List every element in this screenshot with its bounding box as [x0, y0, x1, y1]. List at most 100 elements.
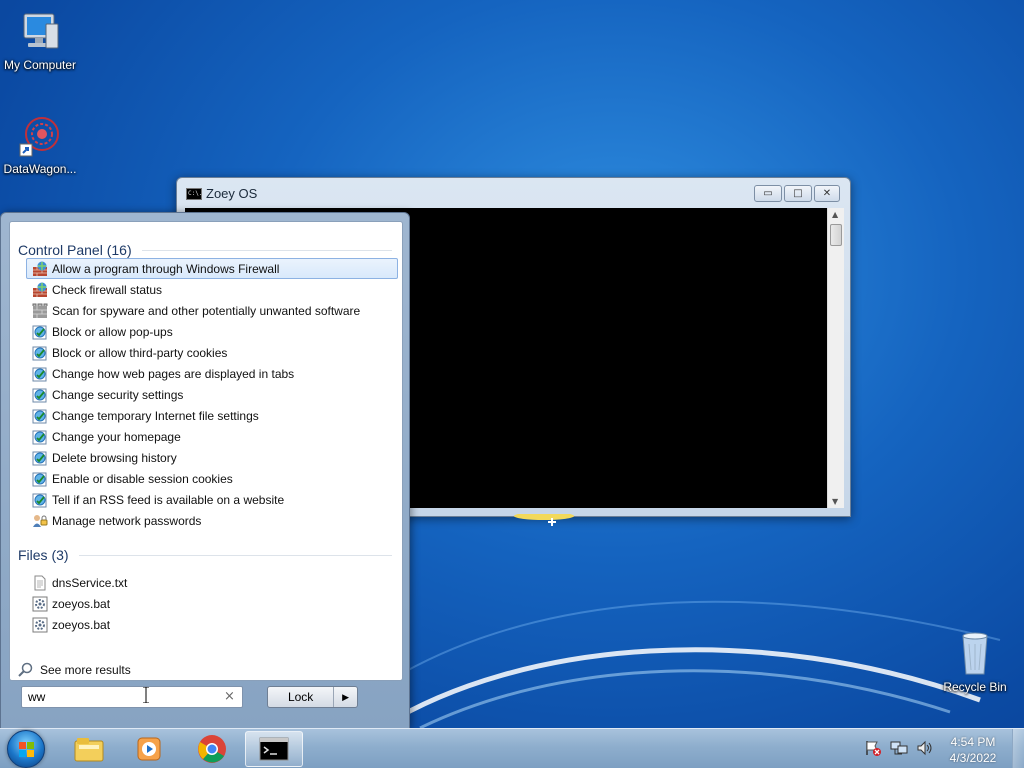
- internet-options-icon: [32, 345, 48, 361]
- search-result-item[interactable]: Block or allow pop-ups: [26, 321, 398, 342]
- internet-options-icon: [32, 387, 48, 403]
- search-result-label: Enable or disable session cookies: [52, 471, 233, 486]
- title-bar[interactable]: C:\. Zoey OS ▭ □ ✕: [177, 178, 850, 208]
- search-result-item[interactable]: Delete browsing history: [26, 447, 398, 468]
- search-result-item[interactable]: Change your homepage: [26, 426, 398, 447]
- action-center-icon[interactable]: [864, 739, 882, 757]
- firewall-icon: [32, 282, 48, 298]
- search-result-label: Change temporary Internet file settings: [52, 408, 259, 423]
- search-result-item[interactable]: Change security settings: [26, 384, 398, 405]
- text-file-icon: [32, 575, 48, 591]
- defender-icon: [32, 303, 48, 319]
- show-desktop-button[interactable]: [1012, 729, 1024, 768]
- power-options-arrow-icon[interactable]: ▶: [333, 687, 357, 707]
- search-result-item[interactable]: Enable or disable session cookies: [26, 468, 398, 489]
- cmd-icon: C:\.: [186, 188, 202, 200]
- batch-file-icon: [32, 596, 48, 612]
- desktop-icon-recycle-bin[interactable]: Recycle Bin: [935, 630, 1015, 694]
- search-result-item[interactable]: Check firewall status: [26, 279, 398, 300]
- file-explorer-icon: [74, 738, 104, 762]
- taskbar-chrome[interactable]: [183, 731, 241, 767]
- network-icon[interactable]: [890, 739, 908, 757]
- search-results-panel: Control Panel (16) Allow a program throu…: [9, 221, 403, 681]
- search-result-label: Block or allow pop-ups: [52, 324, 173, 339]
- search-result-item[interactable]: Manage network passwords: [26, 510, 398, 531]
- sun-glare: [514, 514, 574, 526]
- desktop-icon-label: Recycle Bin: [943, 680, 1007, 694]
- internet-options-icon: [32, 324, 48, 340]
- internet-options-icon: [32, 429, 48, 445]
- datawagon-shortcut-icon: [16, 112, 64, 160]
- media-player-icon: [137, 737, 161, 761]
- search-result-item[interactable]: zoeyos.bat: [26, 614, 398, 635]
- chrome-icon: [198, 735, 226, 763]
- search-result-label: Change how web pages are displayed in ta…: [52, 366, 295, 381]
- search-result-label: Change security settings: [52, 387, 184, 402]
- taskbar: 4:54 PM 4/3/2022: [0, 728, 1024, 768]
- see-more-results-link[interactable]: See more results: [18, 662, 131, 678]
- search-result-label: Tell if an RSS feed is available on a we…: [52, 492, 285, 507]
- lock-button-label: Lock: [287, 690, 314, 704]
- search-result-label: Change your homepage: [52, 429, 181, 444]
- system-tray: [864, 739, 934, 757]
- search-result-item[interactable]: Scan for spyware and other potentially u…: [26, 300, 398, 321]
- desktop-icon-label: My Computer: [3, 58, 77, 72]
- search-result-label: zoeyos.bat: [52, 617, 111, 632]
- section-heading-control-panel: Control Panel (16): [18, 242, 392, 258]
- search-result-item[interactable]: Allow a program through Windows Firewall: [26, 258, 398, 279]
- see-more-label: See more results: [40, 663, 131, 677]
- close-button[interactable]: ✕: [814, 185, 840, 202]
- search-result-label: dnsService.txt: [52, 575, 128, 590]
- start-search-input[interactable]: ww: [21, 686, 243, 708]
- taskbar-media-player[interactable]: [120, 731, 178, 767]
- search-icon: [18, 662, 33, 677]
- start-menu: Control Panel (16) Allow a program throu…: [0, 212, 410, 729]
- windows-logo-icon: [19, 742, 34, 757]
- internet-options-icon: [32, 471, 48, 487]
- minimize-button[interactable]: ▭: [754, 185, 782, 202]
- search-result-label: Allow a program through Windows Firewall: [52, 261, 280, 276]
- search-result-item[interactable]: Block or allow third-party cookies: [26, 342, 398, 363]
- taskbar-file-explorer[interactable]: [60, 731, 118, 767]
- internet-options-icon: [32, 366, 48, 382]
- internet-options-icon: [32, 450, 48, 466]
- search-result-item[interactable]: Change how web pages are displayed in ta…: [26, 363, 398, 384]
- internet-options-icon: [32, 492, 48, 508]
- clock-time: 4:54 PM: [950, 735, 996, 749]
- maximize-button[interactable]: □: [784, 185, 812, 202]
- vertical-scrollbar[interactable]: ▲ ▼: [827, 208, 844, 508]
- search-result-label: Delete browsing history: [52, 450, 177, 465]
- internet-options-icon: [32, 408, 48, 424]
- search-result-label: Block or allow third-party cookies: [52, 345, 228, 360]
- clock-date: 4/3/2022: [949, 751, 997, 765]
- section-heading-files: Files (3): [18, 547, 392, 563]
- desktop-icon-label: DataWagon...: [3, 162, 77, 176]
- desktop-icon-datawagon[interactable]: DataWagon...: [0, 112, 80, 176]
- search-result-item[interactable]: dnsService.txt: [26, 572, 398, 593]
- lock-button[interactable]: Lock ▶: [267, 686, 358, 708]
- search-result-label: Scan for spyware and other potentially u…: [52, 303, 361, 318]
- search-result-label: Check firewall status: [52, 282, 163, 297]
- scroll-up-icon[interactable]: ▲: [832, 210, 838, 219]
- taskbar-clock[interactable]: 4:54 PM 4/3/2022: [940, 734, 1006, 766]
- search-result-label: zoeyos.bat: [52, 596, 111, 611]
- search-result-item[interactable]: Tell if an RSS feed is available on a we…: [26, 489, 398, 510]
- firewall-icon: [32, 261, 48, 277]
- batch-file-icon: [32, 617, 48, 633]
- taskbar-cmd[interactable]: [245, 731, 303, 767]
- scroll-down-icon[interactable]: ▼: [832, 497, 838, 506]
- volume-icon[interactable]: [916, 739, 934, 757]
- user-accounts-icon: [32, 513, 48, 529]
- clear-search-icon[interactable]: ×: [224, 689, 235, 704]
- text-cursor-icon: [143, 687, 149, 703]
- window-title: Zoey OS: [206, 186, 258, 201]
- search-result-item[interactable]: Change temporary Internet file settings: [26, 405, 398, 426]
- search-result-item[interactable]: zoeyos.bat: [26, 593, 398, 614]
- desktop-icon-my-computer[interactable]: My Computer: [0, 8, 80, 72]
- cmd-icon: [259, 737, 289, 761]
- search-result-label: Manage network passwords: [52, 513, 202, 528]
- start-button[interactable]: [7, 730, 45, 768]
- recycle-bin-icon: [951, 630, 999, 678]
- scroll-thumb[interactable]: [830, 224, 842, 246]
- computer-icon: [16, 8, 64, 56]
